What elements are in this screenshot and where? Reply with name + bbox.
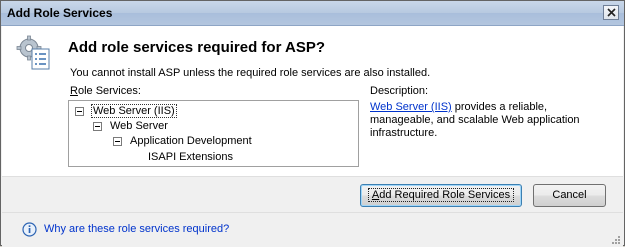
content-area: Add role services required for ASP? You … bbox=[2, 26, 623, 176]
help-link[interactable]: Why are these role services required? bbox=[44, 223, 229, 235]
description-link[interactable]: Web Server (IIS) bbox=[370, 101, 452, 113]
tree-item-web-server-iis[interactable]: Web Server (IIS) bbox=[75, 104, 177, 119]
close-button[interactable] bbox=[603, 5, 619, 20]
role-services-label-text: ole Services: bbox=[77, 85, 141, 97]
tree-item-application-development[interactable]: Application Development bbox=[113, 135, 253, 147]
tree-item-label: Application Development bbox=[130, 135, 252, 148]
collapse-icon[interactable] bbox=[93, 121, 102, 131]
title-bar[interactable]: Add Role Services bbox=[1, 1, 624, 26]
button-label: Add Required Role Services bbox=[367, 188, 515, 202]
cancel-button[interactable]: Cancel bbox=[533, 184, 606, 207]
description-label: Description: bbox=[370, 85, 429, 97]
role-services-label: Role Services: bbox=[70, 85, 141, 97]
add-required-role-services-button[interactable]: Add Required Role Services bbox=[360, 184, 522, 207]
tree-item-label: Web Server bbox=[110, 120, 168, 133]
help-bar: Why are these role services required? bbox=[2, 212, 623, 247]
role-services-icon bbox=[16, 35, 50, 70]
role-services-label-accesskey: R bbox=[70, 85, 78, 97]
resize-grip-icon[interactable] bbox=[610, 234, 621, 245]
collapse-icon[interactable] bbox=[75, 106, 84, 116]
info-icon bbox=[22, 222, 37, 237]
tree-item-label: ISAPI Extensions bbox=[148, 151, 233, 164]
role-services-tree[interactable]: Web Server (IIS) Web Server Application … bbox=[68, 100, 359, 167]
dialog-subtext: You cannot install ASP unless the requir… bbox=[70, 67, 431, 79]
description-text: Web Server (IIS) provides a reliable, ma… bbox=[370, 101, 605, 140]
button-label: Cancel bbox=[552, 189, 587, 201]
close-icon bbox=[607, 8, 616, 17]
dialog-window: Add Role Services Add role services requ… bbox=[0, 0, 625, 247]
collapse-icon[interactable] bbox=[113, 136, 122, 146]
tree-item-label: Web Server (IIS) bbox=[91, 104, 177, 119]
separator bbox=[2, 176, 623, 177]
tree-item-isapi-extensions[interactable]: ISAPI Extensions bbox=[147, 151, 234, 163]
dialog-heading: Add role services required for ASP? bbox=[68, 39, 326, 56]
tree-item-web-server[interactable]: Web Server bbox=[93, 120, 169, 132]
window-title: Add Role Services bbox=[7, 6, 113, 20]
